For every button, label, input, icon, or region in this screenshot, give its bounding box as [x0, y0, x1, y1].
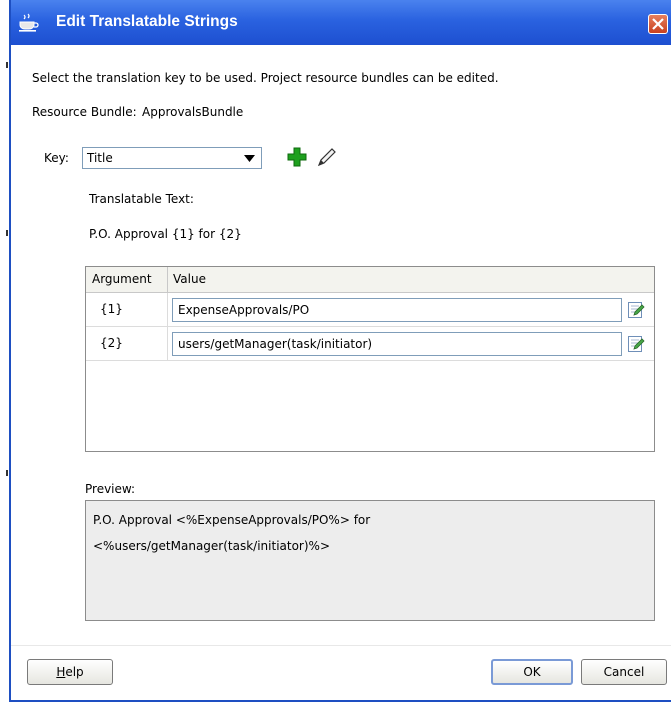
edge-mark [6, 470, 8, 476]
edit-value-icon[interactable] [627, 335, 645, 353]
cancel-button[interactable]: Cancel [581, 659, 667, 685]
column-divider [167, 293, 168, 326]
background-window-edge [0, 0, 9, 702]
edit-key-pencil-icon[interactable] [315, 145, 339, 169]
add-key-plus-icon[interactable] [286, 146, 308, 168]
translatable-text-label: Translatable Text: [89, 192, 194, 206]
preview-box: P.O. Approval <%ExpenseApprovals/PO%> fo… [85, 500, 655, 621]
close-icon [652, 18, 664, 30]
title-bar[interactable]: Edit Translatable Strings [11, 0, 671, 45]
table-row[interactable]: {1} ExpenseApprovals/PO [86, 293, 654, 327]
column-divider [167, 327, 168, 360]
preview-text: P.O. Approval <%ExpenseApprovals/PO%> fo… [93, 507, 648, 559]
edge-mark [6, 62, 8, 68]
resource-bundle-value: ApprovalsBundle [142, 105, 244, 119]
dialog-title: Edit Translatable Strings [56, 13, 238, 30]
value-field[interactable]: users/getManager(task/initiator) [172, 332, 622, 356]
instruction-text: Select the translation key to be used. P… [32, 71, 499, 85]
divider [11, 645, 671, 646]
column-header-value[interactable]: Value [173, 272, 206, 286]
arguments-table: Argument Value {1} ExpenseApprovals/PO {… [85, 266, 655, 452]
preview-line: P.O. Approval <%ExpenseApprovals/PO%> fo… [93, 513, 371, 527]
resource-bundle-label: Resource Bundle: [32, 105, 137, 119]
help-mnemonic: H [56, 665, 66, 679]
translatable-text-value: P.O. Approval {1} for {2} [89, 227, 242, 241]
preview-line: <%users/getManager(task/initiator)%> [93, 539, 330, 553]
help-button[interactable]: Help [27, 659, 113, 685]
help-label: elp [65, 665, 84, 679]
key-label: Key: [44, 151, 69, 165]
preview-label: Preview: [85, 482, 136, 496]
table-row[interactable]: {2} users/getManager(task/initiator) [86, 327, 654, 361]
value-field[interactable]: ExpenseApprovals/PO [172, 298, 622, 322]
column-divider [167, 267, 168, 292]
edge-mark [6, 230, 8, 236]
value-text: ExpenseApprovals/PO [178, 303, 310, 317]
coffee-cup-icon [19, 13, 39, 32]
edit-translatable-strings-dialog: Edit Translatable Strings Select the tra… [9, 0, 671, 702]
chevron-down-icon [244, 155, 255, 162]
ok-button[interactable]: OK [491, 659, 573, 685]
value-text: users/getManager(task/initiator) [178, 337, 373, 351]
key-dropdown[interactable]: Title [82, 147, 262, 169]
column-header-argument[interactable]: Argument [92, 272, 152, 286]
key-selected-value: Title [87, 151, 113, 165]
argument-cell: {1} [100, 302, 123, 316]
table-header: Argument Value [86, 267, 654, 293]
argument-cell: {2} [100, 336, 123, 350]
edit-value-icon[interactable] [627, 301, 645, 319]
close-button[interactable] [648, 14, 668, 34]
